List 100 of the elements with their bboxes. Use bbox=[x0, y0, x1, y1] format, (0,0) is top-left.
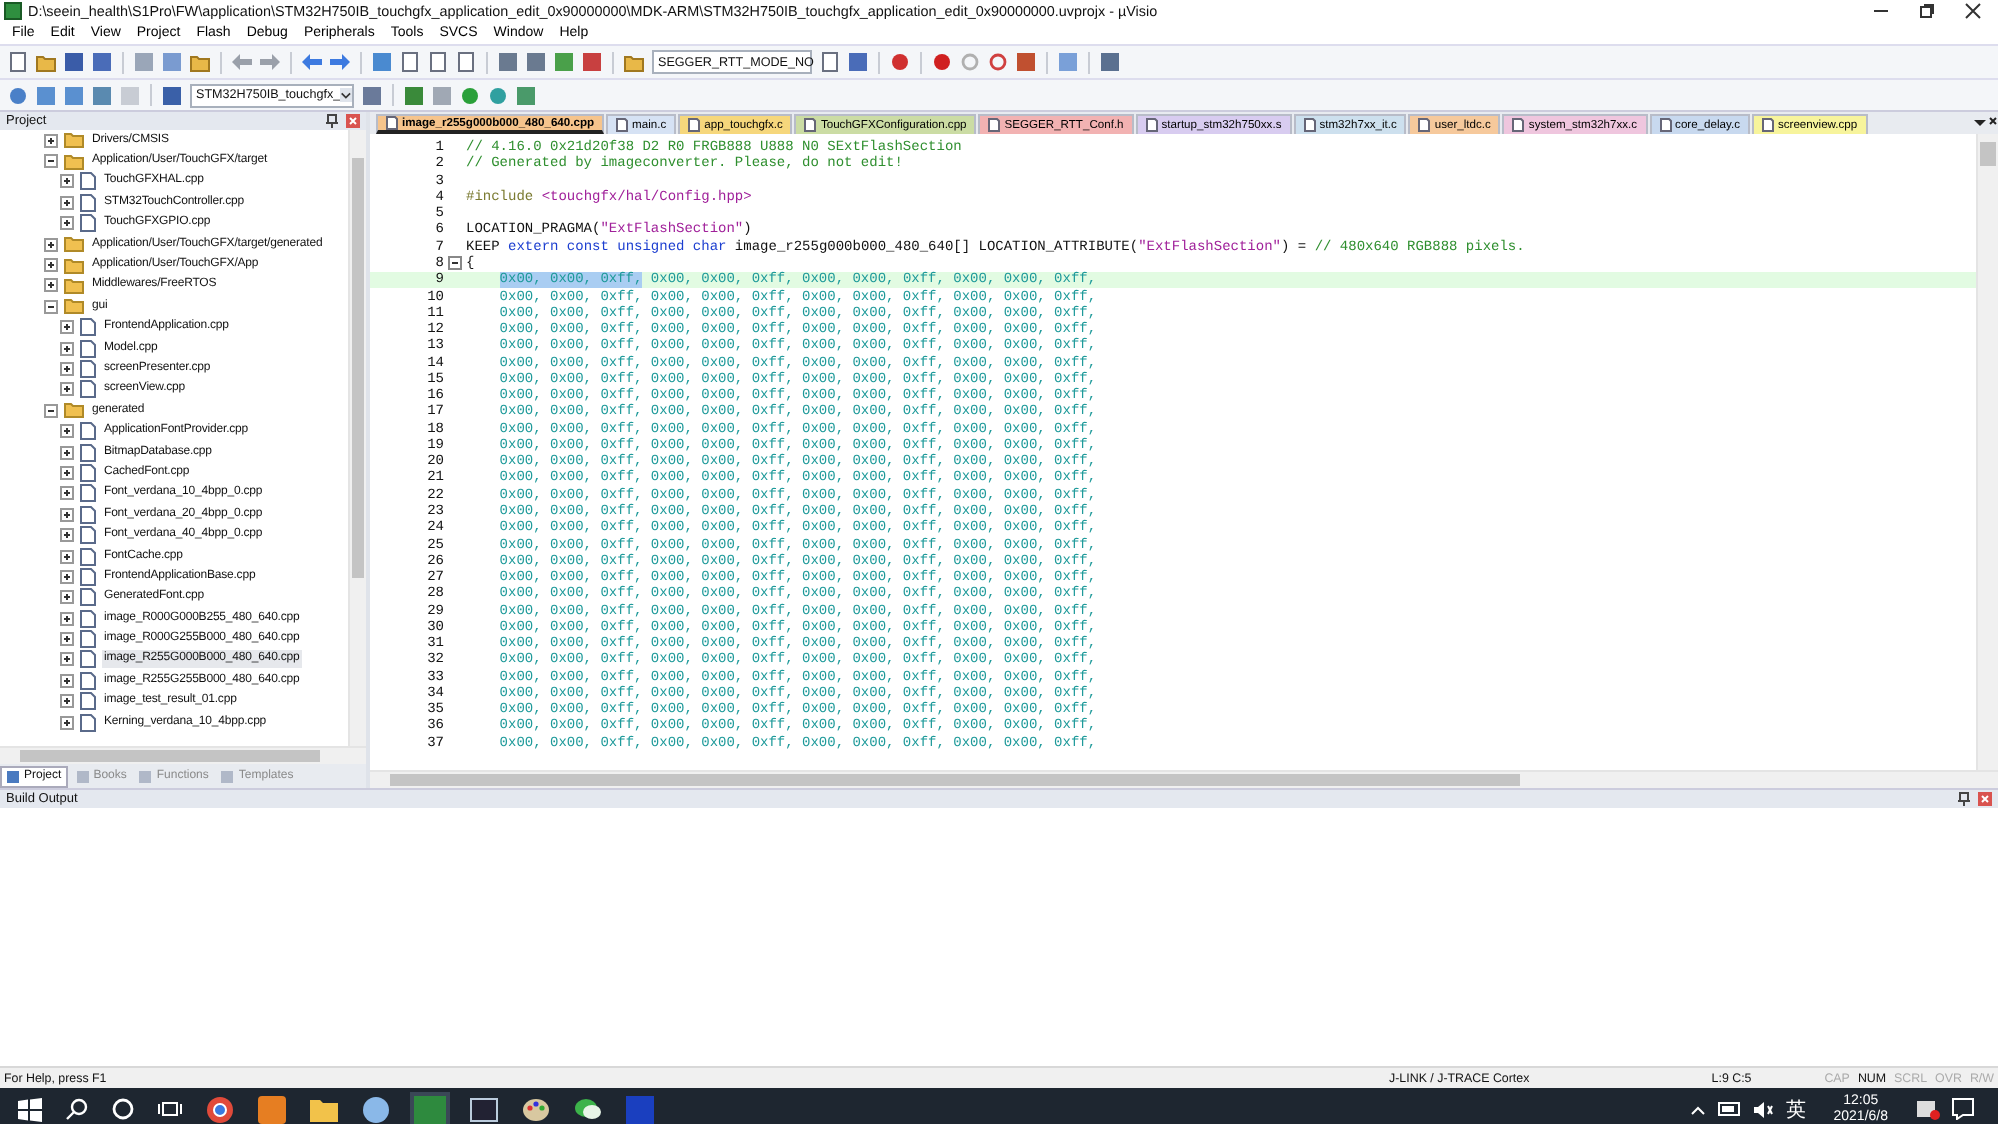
tab-icon bbox=[75, 769, 90, 783]
expand-icon[interactable] bbox=[60, 569, 74, 584]
dot-icon[interactable] bbox=[960, 52, 980, 72]
close-icon[interactable] bbox=[1978, 792, 1992, 806]
expand-icon[interactable] bbox=[60, 216, 74, 231]
speaker-icon[interactable] bbox=[1753, 1101, 1774, 1117]
expand-icon[interactable] bbox=[60, 590, 74, 605]
app-icon[interactable] bbox=[1916, 1098, 1940, 1120]
square-icon[interactable] bbox=[36, 85, 56, 105]
document-icon[interactable] bbox=[8, 52, 28, 72]
input-method-indicator[interactable]: 英 bbox=[1785, 1095, 1806, 1123]
expand-icon[interactable] bbox=[60, 694, 74, 709]
expand-icon[interactable] bbox=[60, 486, 74, 501]
search-icon[interactable] bbox=[66, 1098, 88, 1120]
expand-icon[interactable] bbox=[60, 549, 74, 563]
chat-bubble-icon[interactable] bbox=[574, 1096, 602, 1122]
restore-icon bbox=[1918, 2, 1936, 20]
expand-icon[interactable] bbox=[44, 133, 58, 148]
expand-icon[interactable] bbox=[60, 611, 74, 626]
file-icon bbox=[1761, 118, 1774, 132]
expand-icon[interactable] bbox=[44, 237, 58, 252]
left-arrow-icon[interactable] bbox=[302, 52, 322, 72]
notification-icon[interactable] bbox=[1952, 1098, 1974, 1120]
expand-icon[interactable] bbox=[60, 673, 74, 688]
circle-icon[interactable] bbox=[112, 1098, 134, 1120]
pin-icon[interactable] bbox=[326, 114, 338, 128]
vertical-scrollbar[interactable] bbox=[1976, 134, 1998, 770]
expand-icon[interactable] bbox=[60, 195, 74, 210]
horizontal-scrollbar[interactable] bbox=[0, 746, 366, 764]
square-icon[interactable] bbox=[848, 52, 868, 72]
tab-list-icon[interactable] bbox=[1974, 116, 1998, 132]
file-icon bbox=[1512, 118, 1525, 132]
square-icon[interactable] bbox=[162, 85, 182, 105]
dot-icon[interactable] bbox=[8, 85, 28, 105]
file-icon bbox=[616, 118, 629, 132]
file-icon bbox=[804, 118, 817, 132]
square-icon[interactable] bbox=[1100, 52, 1120, 72]
app-icon bbox=[4, 2, 22, 20]
square-icon[interactable] bbox=[498, 52, 518, 72]
expand-icon[interactable] bbox=[60, 382, 74, 397]
vertical-scrollbar[interactable] bbox=[348, 130, 366, 746]
collapse-icon[interactable] bbox=[44, 154, 58, 169]
dot-icon[interactable] bbox=[932, 52, 952, 72]
fold-icon[interactable] bbox=[448, 256, 462, 271]
square-icon[interactable] bbox=[554, 52, 574, 72]
expand-icon[interactable] bbox=[60, 424, 74, 439]
task-view-icon[interactable] bbox=[158, 1098, 182, 1120]
file-icon bbox=[1303, 118, 1316, 132]
expand-icon[interactable] bbox=[60, 465, 74, 480]
collapse-icon[interactable] bbox=[44, 299, 58, 314]
file-icon bbox=[988, 118, 1001, 132]
close-icon[interactable] bbox=[346, 114, 360, 128]
dot-icon[interactable] bbox=[890, 52, 910, 72]
expand-icon[interactable] bbox=[60, 715, 74, 730]
pin-icon[interactable] bbox=[1958, 792, 1970, 806]
dot-icon[interactable] bbox=[988, 52, 1008, 72]
terminal-icon[interactable] bbox=[470, 1097, 498, 1121]
folder-icon bbox=[64, 402, 84, 419]
square-icon[interactable] bbox=[162, 52, 182, 72]
square-icon[interactable] bbox=[372, 52, 392, 72]
document-icon[interactable] bbox=[820, 52, 840, 72]
collapse-icon[interactable] bbox=[44, 403, 58, 418]
right-arrow-icon[interactable] bbox=[330, 52, 350, 72]
expand-icon[interactable] bbox=[60, 528, 74, 543]
expand-icon[interactable] bbox=[60, 445, 74, 460]
square-icon[interactable] bbox=[92, 85, 112, 105]
expand-icon[interactable] bbox=[44, 258, 58, 273]
restore-button[interactable] bbox=[1918, 2, 1936, 20]
horizontal-scrollbar[interactable] bbox=[370, 770, 1998, 788]
expand-icon[interactable] bbox=[60, 361, 74, 376]
square-icon[interactable] bbox=[64, 85, 84, 105]
close-button[interactable] bbox=[1964, 2, 1982, 20]
expand-icon[interactable] bbox=[60, 652, 74, 667]
folder-icon[interactable] bbox=[310, 1097, 338, 1121]
chevron-up-icon[interactable] bbox=[1689, 1103, 1706, 1115]
battery-icon[interactable] bbox=[1717, 1102, 1742, 1116]
square-icon[interactable] bbox=[404, 85, 424, 105]
square-icon[interactable] bbox=[1016, 52, 1036, 72]
expand-icon[interactable] bbox=[44, 278, 58, 293]
app-icon[interactable] bbox=[206, 1095, 234, 1123]
file-icon bbox=[1145, 118, 1158, 132]
palette-icon[interactable] bbox=[522, 1095, 550, 1123]
expand-icon[interactable] bbox=[60, 174, 74, 189]
square-icon[interactable] bbox=[362, 85, 382, 105]
tab-icon bbox=[138, 769, 153, 783]
expand-icon[interactable] bbox=[60, 632, 74, 647]
globe-icon[interactable] bbox=[362, 1095, 390, 1123]
expand-icon[interactable] bbox=[60, 320, 74, 335]
expand-icon[interactable] bbox=[60, 507, 74, 522]
file-icon bbox=[688, 118, 701, 132]
windows-logo-icon[interactable] bbox=[18, 1097, 42, 1121]
expand-icon[interactable] bbox=[60, 341, 74, 356]
file-icon bbox=[386, 116, 398, 130]
square-icon[interactable] bbox=[582, 52, 602, 72]
dot-icon[interactable] bbox=[488, 85, 508, 105]
tab-icon bbox=[220, 769, 235, 783]
file-icon bbox=[1418, 118, 1431, 132]
dot-icon[interactable] bbox=[460, 85, 480, 105]
square-icon[interactable] bbox=[516, 85, 536, 105]
square-icon[interactable] bbox=[526, 52, 546, 72]
